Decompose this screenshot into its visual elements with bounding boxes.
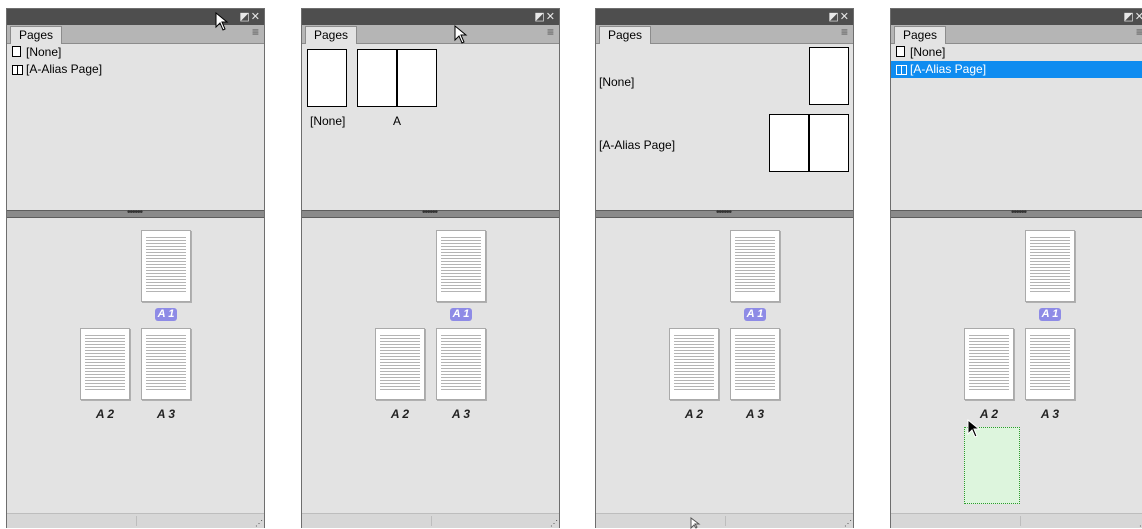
page-badge-1: A 1 <box>744 308 766 321</box>
pages-panel-1: ◩✕ Pages ≡ [None] [A-Alias Page] •••••• … <box>6 8 265 528</box>
panel-titlebar[interactable]: ◩✕ <box>302 9 559 25</box>
panel-titlebar[interactable]: ◩✕ <box>596 9 853 25</box>
resize-grip-icon[interactable]: ⋰ <box>550 519 558 528</box>
master-label: [None] <box>26 45 62 59</box>
master-label: [None] <box>910 45 946 59</box>
master-item-none[interactable]: [None] <box>891 44 1142 61</box>
resize-grip-icon[interactable]: ⋰ <box>255 519 263 528</box>
panel-window-controls[interactable]: ◩✕ <box>534 10 556 23</box>
master-thumb-none[interactable] <box>809 47 849 105</box>
master-label-a-alias-page: [A-Alias Page] <box>599 138 676 152</box>
panel-window-controls[interactable]: ◩✕ <box>239 10 261 23</box>
panel-menu-icon[interactable]: ≡ <box>547 25 554 39</box>
page-badge-1: A 1 <box>450 308 472 321</box>
masters-section: [None] [A-Alias Page] <box>891 44 1142 210</box>
tab-pages[interactable]: Pages <box>10 26 63 44</box>
page-label-3: A 3 <box>156 407 176 421</box>
master-thumb-none[interactable] <box>307 49 347 107</box>
panel-status-bar: ⋰ <box>7 513 264 528</box>
mouse-pointer-icon <box>690 517 701 529</box>
page-label-2: A 2 <box>95 407 115 421</box>
page-label-3: A 3 <box>745 407 765 421</box>
page-thumb-3[interactable] <box>436 328 486 400</box>
master-thumb-a-right[interactable] <box>809 114 849 172</box>
document-pages-section: A 1 A 2 A 3 <box>891 217 1142 514</box>
page-label-3: A 3 <box>1040 407 1060 421</box>
document-pages-section: A 1 A 2 A 3 <box>596 217 853 514</box>
resize-grip-icon[interactable]: ⋰ <box>844 519 852 528</box>
spread-page-icon <box>896 65 907 75</box>
page-thumb-3[interactable] <box>1025 328 1075 400</box>
page-label-2: A 2 <box>390 407 410 421</box>
panel-tab-row: Pages ≡ <box>596 25 853 44</box>
document-pages-section: A 1 A 2 A 3 <box>302 217 559 514</box>
master-item-a-alias-page-selected[interactable]: [A-Alias Page] <box>891 61 1142 78</box>
mouse-pointer-icon <box>454 25 468 44</box>
page-thumb-3[interactable] <box>141 328 191 400</box>
page-thumb-2[interactable] <box>375 328 425 400</box>
panel-window-controls[interactable]: ◩✕ <box>828 10 850 23</box>
panel-menu-icon[interactable]: ≡ <box>841 25 848 39</box>
tab-pages[interactable]: Pages <box>894 26 947 44</box>
panel-titlebar[interactable]: ◩✕ <box>891 9 1142 25</box>
master-thumb-a-left[interactable] <box>769 114 809 172</box>
page-thumb-2[interactable] <box>80 328 130 400</box>
page-label-2: A 2 <box>684 407 704 421</box>
pages-panel-3: ◩✕ Pages ≡ [None] [A-Alias Page] •••••• … <box>595 8 854 529</box>
panel-menu-icon[interactable]: ≡ <box>252 25 259 39</box>
master-label-none: [None] <box>310 114 346 128</box>
spread-page-icon <box>12 65 23 75</box>
page-badge-1: A 1 <box>155 308 177 321</box>
pages-panel-4: ◩✕ Pages ≡ [None] [A-Alias Page] •••••• … <box>890 8 1142 528</box>
mouse-pointer-icon <box>967 419 981 438</box>
page-thumb-1[interactable] <box>141 230 191 302</box>
document-pages-section: A 1 A 2 A 3 <box>7 217 264 514</box>
master-label-a: A <box>393 114 402 128</box>
master-label: [A-Alias Page] <box>26 62 103 76</box>
masters-section: [None] [A-Alias Page] <box>7 44 264 210</box>
master-thumb-a-left[interactable] <box>357 49 397 107</box>
panel-menu-icon[interactable]: ≡ <box>1136 25 1142 39</box>
page-thumb-2[interactable] <box>964 328 1014 400</box>
page-badge-1: A 1 <box>1039 308 1061 321</box>
master-label: [A-Alias Page] <box>910 62 987 76</box>
page-thumb-1[interactable] <box>1025 230 1075 302</box>
page-thumb-2[interactable] <box>669 328 719 400</box>
mouse-pointer-icon <box>215 12 229 31</box>
panel-tab-row: Pages ≡ <box>891 25 1142 44</box>
masters-section: [None] [A-Alias Page] <box>596 44 853 210</box>
page-label-3: A 3 <box>451 407 471 421</box>
pages-panel-2: ◩✕ Pages ≡ [None] A •••••• A 1 A 2 A 3 ⋰ <box>301 8 560 528</box>
single-page-icon <box>12 46 21 57</box>
tab-pages[interactable]: Pages <box>599 26 652 44</box>
panel-tab-row: Pages ≡ <box>302 25 559 44</box>
masters-section: [None] A <box>302 44 559 210</box>
master-item-none[interactable]: [None] <box>7 44 264 61</box>
panel-status-bar: ⋰ <box>302 513 559 528</box>
master-thumb-a-right[interactable] <box>397 49 437 107</box>
master-label-none: [None] <box>599 75 635 89</box>
tab-pages[interactable]: Pages <box>305 26 358 44</box>
panel-status-bar: ⋰ <box>596 513 853 528</box>
page-thumb-1[interactable] <box>436 230 486 302</box>
page-thumb-1[interactable] <box>730 230 780 302</box>
single-page-icon <box>896 46 905 57</box>
master-item-a-alias-page[interactable]: [A-Alias Page] <box>7 61 264 78</box>
page-thumb-3[interactable] <box>730 328 780 400</box>
panel-status-bar: ⋰ <box>891 513 1142 528</box>
panel-window-controls[interactable]: ◩✕ <box>1123 10 1142 23</box>
